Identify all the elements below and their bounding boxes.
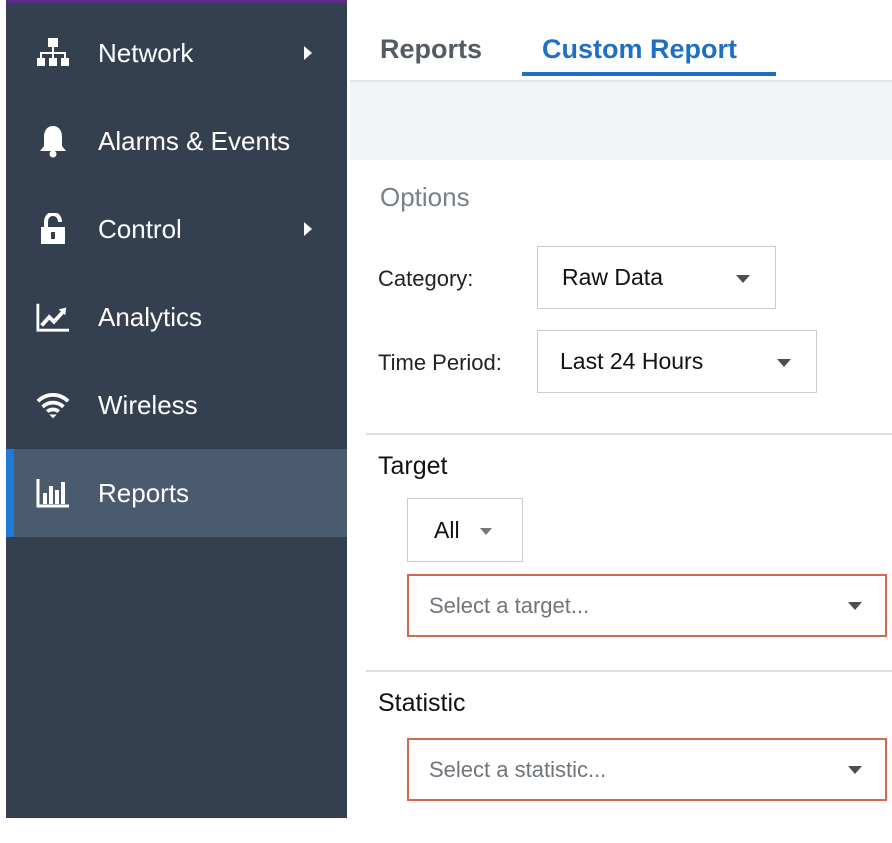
target-placeholder: Select a target... — [429, 592, 590, 618]
toolbar-strip — [350, 82, 892, 160]
wifi-icon — [36, 388, 70, 422]
unlock-icon — [36, 212, 70, 246]
sidebar-item-control[interactable]: Control — [6, 185, 347, 273]
caret-down-icon — [848, 766, 862, 774]
tab-reports[interactable]: Reports — [380, 34, 482, 65]
active-tab-indicator — [522, 72, 776, 76]
chevron-right-icon — [304, 222, 312, 236]
sidebar-item-label: Wireless — [98, 389, 198, 420]
target-filter-select[interactable]: All — [407, 498, 523, 562]
statistic-heading: Statistic — [378, 689, 466, 717]
target-filter-value: All — [434, 516, 460, 543]
sidebar-item-network[interactable]: Network — [6, 9, 347, 97]
statistic-select[interactable]: Select a statistic... — [407, 738, 887, 801]
caret-down-icon — [848, 602, 862, 610]
sidebar-item-alarms-events[interactable]: Alarms & Events — [6, 97, 347, 185]
time-period-value: Last 24 Hours — [560, 348, 704, 374]
sidebar-item-wireless[interactable]: Wireless — [6, 361, 347, 449]
caret-down-icon — [480, 528, 492, 535]
tab-bar: Reports Custom Report — [350, 0, 892, 82]
category-label: Category: — [378, 266, 474, 291]
caret-down-icon — [736, 275, 750, 283]
sidebar-item-label: Network — [98, 37, 194, 68]
sidebar-item-label: Control — [98, 213, 182, 244]
time-period-select[interactable]: Last 24 Hours — [537, 330, 817, 393]
tab-custom-report[interactable]: Custom Report — [542, 34, 737, 65]
sidebar-item-label: Reports — [98, 477, 190, 508]
chevron-right-icon — [304, 46, 312, 60]
sidebar-item-analytics[interactable]: Analytics — [6, 273, 347, 361]
sidebar: Network Alarms & Events Control Analytic… — [6, 0, 347, 818]
trend-chart-icon — [36, 300, 70, 334]
target-select[interactable]: Select a target... — [407, 574, 887, 637]
sidebar-item-label: Alarms & Events — [98, 125, 291, 156]
divider — [366, 670, 892, 672]
target-heading: Target — [378, 452, 448, 480]
category-value: Raw Data — [562, 264, 663, 290]
network-icon — [36, 36, 70, 70]
options-heading: Options — [380, 182, 470, 212]
time-period-label: Time Period: — [378, 350, 502, 375]
bar-chart-icon — [36, 476, 70, 510]
sidebar-item-label: Analytics — [98, 301, 203, 332]
divider — [366, 433, 892, 435]
caret-down-icon — [777, 359, 791, 367]
bell-icon — [36, 124, 70, 158]
sidebar-item-reports[interactable]: Reports — [6, 449, 347, 537]
statistic-placeholder: Select a statistic... — [429, 756, 607, 782]
category-select[interactable]: Raw Data — [537, 246, 776, 309]
